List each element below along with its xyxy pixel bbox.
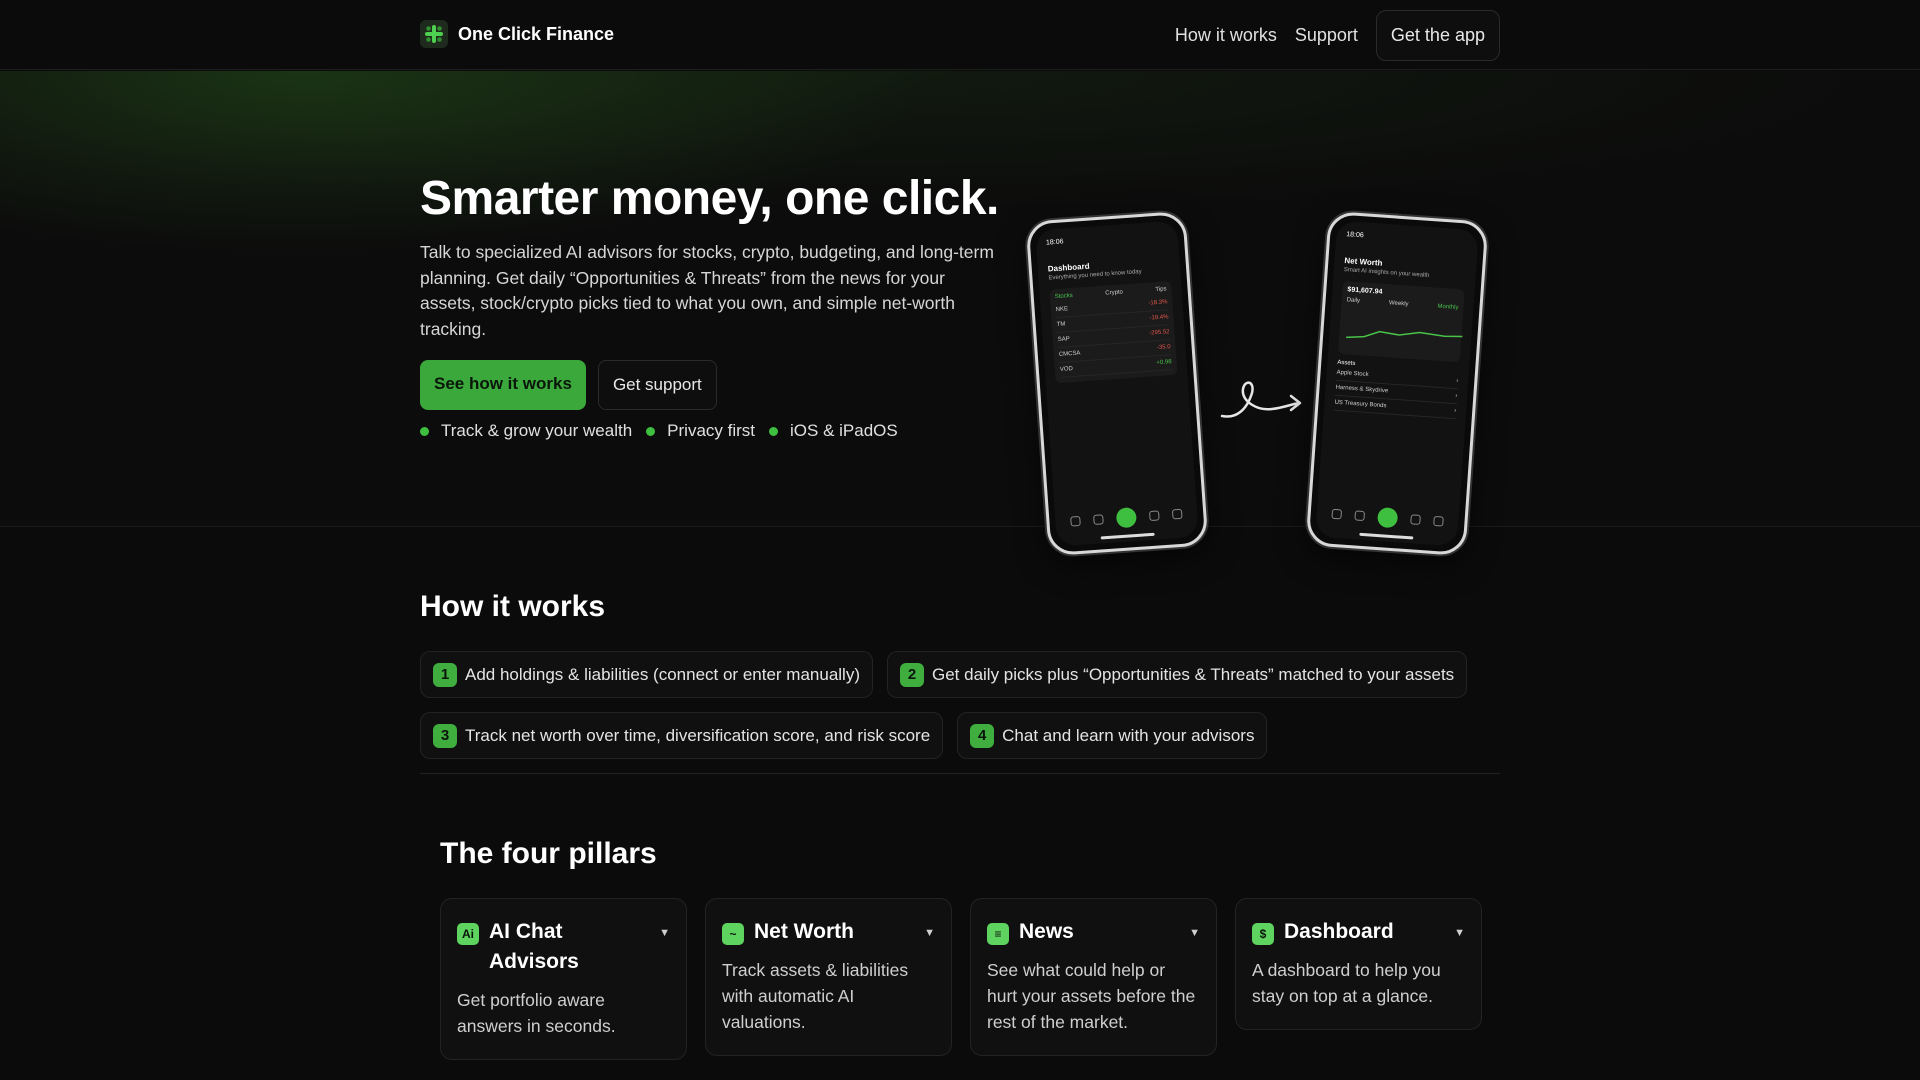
hero-buttons: See how it works Get support [420,360,717,410]
pillar-news[interactable]: ≡ News ▼ See what could help or hurt you… [970,898,1217,1056]
chevron-down-icon[interactable]: ▼ [1189,927,1200,939]
see-how-it-works-button[interactable]: See how it works [420,360,586,410]
phone-screen: 18:06 Net Worth Smart AI insights on you… [1315,220,1479,547]
pillar-description: See what could help or hurt your assets … [987,960,1196,1032]
ai-center-icon [1376,506,1399,529]
step-text: Add holdings & liabilities (connect or e… [465,664,860,684]
step-item: 3 Track net worth over time, diversificat… [420,712,944,759]
feature-item: Privacy first [646,421,755,441]
news-icon [1410,514,1422,525]
pillar-description: Get portfolio aware answers in seconds. [457,990,616,1036]
pillar-name: News [1019,920,1074,943]
tab-daily: Daily [1346,297,1361,305]
step-number: 4 [970,723,995,748]
tab-tips: Tips [1155,286,1167,294]
chevron-down-icon[interactable]: ▼ [924,927,935,939]
grid-icon [1172,508,1183,520]
picks-card: Stocks Crypto Tips NKE -18.3% TM -19.4% SA… [1049,280,1178,384]
curly-arrow-icon [1220,381,1302,418]
brand-logo-icon [420,20,448,48]
bullet-dot-icon [646,426,656,436]
step-item: 1 Add holdings & liabilities (connect or … [420,651,873,698]
chat-icon [1092,514,1104,525]
tab-weekly: Weekly [1388,300,1409,308]
feature-list: Track & grow your wealth Privacy first i… [420,421,898,441]
ai-center-icon [1115,507,1138,529]
phone-tab-bar [1324,503,1451,532]
step-item: 2 Get daily picks plus “Opportunities & T… [886,651,1468,698]
feature-item: iOS & iPadOS [769,421,898,441]
chevron-down-icon[interactable]: ▼ [1454,927,1465,939]
hero-description: Talk to specialized AI advisors for stoc… [420,242,994,339]
pillar-dashboard[interactable]: $ Dashboard ▼ A dashboard to help you st… [1235,898,1482,1030]
home-indicator [1359,532,1414,540]
nav-link-how-it-works[interactable]: How it works [1175,25,1277,46]
step-number: 2 [899,662,924,687]
grid-icon [1433,515,1445,527]
pillars-list: Ai AI Chat Advisors ▼ Get portfolio awar… [440,898,1482,1060]
nav-links: How it works Support Get the app [1175,10,1500,61]
chevron-down-icon[interactable]: ▼ [659,927,670,939]
trend-chart-icon: ~ [722,923,744,945]
step-text: Get daily picks plus “Opportunities & Th… [931,664,1455,684]
tab-monthly: Monthly [1437,303,1459,312]
home-indicator [1100,532,1155,540]
pillar-name: Dashboard [1284,920,1394,943]
phone-dashboard-preview: 18:06 Dashboard Everything you need to k… [1025,210,1209,557]
pillar-net-worth[interactable]: ~ Net Worth ▼ Track assets & liabilities… [705,898,952,1056]
how-it-works-title: How it works [420,590,606,623]
feature-label: Track & grow your wealth [441,421,633,440]
brand-name: One Click Finance [458,23,615,44]
how-it-works-steps: 1 Add holdings & liabilities (connect or … [420,651,1500,759]
status-time: 18:06 [1346,231,1364,240]
newspaper-icon: ≡ [987,923,1009,945]
section-divider [420,773,1500,774]
pillar-description: Track assets & liabilities with automati… [722,960,909,1032]
bullet-dot-icon [420,426,429,436]
step-text: Chat and learn with your advisors [1002,725,1255,745]
phone-screen: 18:06 Dashboard Everything you need to k… [1035,220,1199,547]
step-text: Track net worth over time, diversificati… [465,725,931,745]
nav-link-support[interactable]: Support [1295,25,1358,46]
app-preview-phones: 18:06 Dashboard Everything you need to k… [1025,131,1505,557]
step-number: 1 [433,662,457,687]
status-time: 18:06 [1045,238,1064,247]
bullet-dot-icon [769,426,779,436]
home-icon [1069,515,1081,527]
feature-label: Privacy first [667,421,756,440]
get-support-button[interactable]: Get support [597,360,717,410]
pillars-title: The four pillars [440,837,657,870]
hero-section: Smarter money, one click. Talk to specia… [0,71,1920,557]
step-item: 4 Chat and learn with your advisors [957,712,1268,759]
get-the-app-button[interactable]: Get the app [1375,10,1500,61]
news-icon [1149,510,1160,522]
brand[interactable]: One Click Finance [420,20,614,48]
chat-icon [1354,510,1365,522]
feature-item: Track & grow your wealth [420,421,632,441]
pillar-ai-chat-advisors[interactable]: Ai AI Chat Advisors ▼ Get portfolio awar… [440,898,687,1060]
home-icon [1331,508,1342,520]
tab-stocks: Stocks [1054,292,1074,301]
phone-networth-preview: 18:06 Net Worth Smart AI insights on you… [1305,210,1489,557]
networth-line-chart [1346,330,1463,339]
top-nav: One Click Finance How it works Support G… [0,0,1920,70]
hero-title: Smarter money, one click. [420,172,999,225]
tab-crypto: Crypto [1105,289,1124,297]
phone-tab-bar [1063,503,1190,532]
feature-label: iOS & iPadOS [790,421,898,440]
networth-card: $91,607.94 Daily Weekly Monthly [1337,280,1465,363]
pillar-name: AI Chat Advisors [489,920,579,973]
step-number: 3 [433,723,457,748]
pillar-description: A dashboard to help you stay on top at a… [1252,960,1441,1006]
ai-chat-icon: Ai [457,923,479,945]
dollar-shield-icon: $ [1252,923,1274,945]
pillar-name: Net Worth [754,920,854,943]
